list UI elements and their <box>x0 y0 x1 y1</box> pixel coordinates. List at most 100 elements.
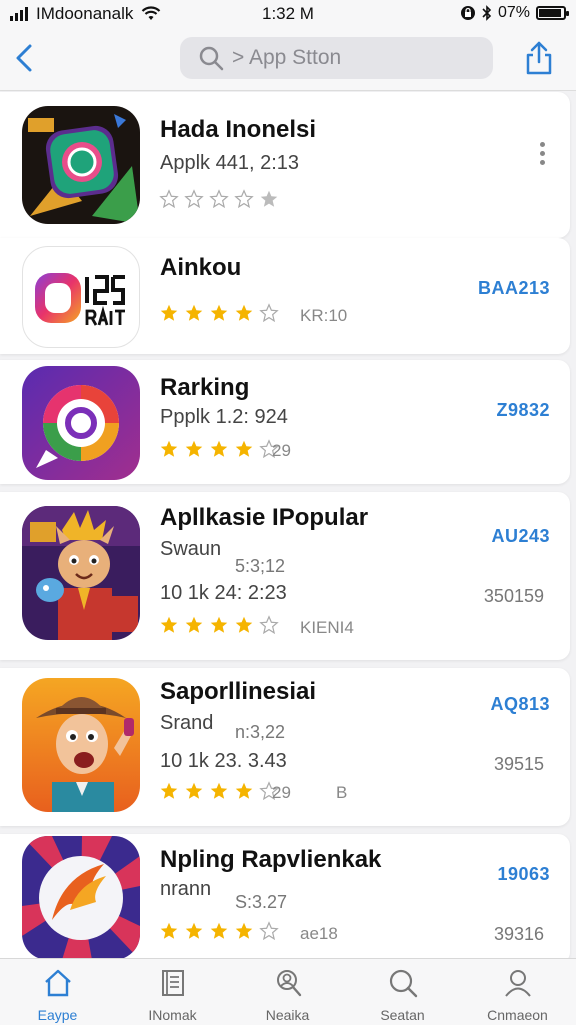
tab-search[interactable]: Seatan <box>345 959 460 1025</box>
bluetooth-icon <box>482 5 492 21</box>
lock-rotation-icon <box>460 6 475 20</box>
app-icon-camera <box>22 106 140 224</box>
rating-text: 29 <box>272 783 291 802</box>
app-date: n:3,22 <box>235 722 286 742</box>
star-filled-icon <box>235 782 253 799</box>
app-name: Saporllinesiai <box>160 678 317 705</box>
rating-text: KIENI4 <box>300 618 354 637</box>
tab-label: Seatan <box>380 1007 425 1023</box>
star-filled-icon <box>210 440 228 457</box>
star-filled-icon <box>235 922 253 939</box>
search-icon <box>389 969 418 998</box>
star-outline-icon <box>184 189 204 209</box>
app-date: S:3.27 <box>235 892 288 912</box>
tab-books[interactable]: INomak <box>115 959 230 1025</box>
app-meta: 10 1k 24: 2:23 <box>160 582 287 604</box>
app-developer: Srand <box>160 712 214 734</box>
list-item[interactable]: Saporllinesiai Srand n:3,22 10 1k 23. 3.… <box>0 668 570 826</box>
star-filled-icon <box>235 304 253 321</box>
list-item[interactable]: Ainkou KR:10 BAA213 <box>0 238 570 354</box>
person-icon <box>505 970 531 997</box>
star-outline-icon <box>259 615 279 635</box>
list-item[interactable]: Apllkasie IPopular Swaun 5:3;12 10 1k 24… <box>0 492 570 660</box>
star-filled-icon <box>185 782 203 799</box>
star-filled-icon <box>235 616 253 633</box>
battery-percent: 07% <box>497 4 530 21</box>
star-outline-icon <box>259 303 279 323</box>
get-button[interactable]: 19063 <box>497 864 550 885</box>
home-icon <box>45 969 71 997</box>
app-icon-ios-rait <box>22 246 140 348</box>
star-outline-icon <box>259 921 279 941</box>
download-count: 350159 <box>483 586 544 606</box>
star-filled-icon <box>160 922 178 939</box>
search-placeholder: > App Stton <box>232 46 342 69</box>
list-item[interactable]: Npling Rapvlienkak nrann S:3.27 ae18 190… <box>0 834 570 964</box>
nav-bar: > App Stton <box>0 30 576 91</box>
star-filled-icon <box>210 616 228 633</box>
app-date: 5:3;12 <box>235 556 286 576</box>
star-filled-icon <box>260 190 278 207</box>
tab-account[interactable]: Cnmaeon <box>460 959 575 1025</box>
search-icon <box>199 46 224 71</box>
battery-icon <box>536 6 569 20</box>
app-subtitle: Applk 441, 2:13 <box>160 152 299 174</box>
app-name: Rarking <box>160 374 250 401</box>
list-item[interactable]: Hada Inonelsi Applk 441, 2:13 <box>0 92 570 238</box>
star-filled-icon <box>235 440 253 457</box>
status-bar: IMdoonanalk 1:32 M 07% <box>0 0 576 30</box>
app-icon-cat-hero <box>22 506 140 640</box>
tab-profile-search[interactable]: Neaika <box>230 959 345 1025</box>
star-outline-icon <box>209 189 229 209</box>
more-options-icon[interactable] <box>540 142 546 169</box>
app-subtitle: Ppplk 1.2: 924 <box>160 406 288 428</box>
star-filled-icon <box>160 616 178 633</box>
star-rating <box>158 614 280 636</box>
download-count: 39316 <box>493 924 544 944</box>
get-button[interactable]: AU243 <box>491 526 550 547</box>
app-icon-chat <box>22 366 140 480</box>
star-filled-icon <box>185 304 203 321</box>
app-developer: Swaun <box>160 538 222 560</box>
star-rating <box>158 438 280 460</box>
share-button[interactable] <box>522 40 556 76</box>
star-rating <box>158 780 280 802</box>
list-item[interactable]: Rarking Ppplk 1.2: 924 29 Z9832 <box>0 360 570 484</box>
rating-text: ae18 <box>300 924 338 943</box>
star-outline-icon <box>159 189 179 209</box>
get-button[interactable]: BAA213 <box>478 278 550 299</box>
star-filled-icon <box>160 304 178 321</box>
rating-text: 29 <box>272 441 291 460</box>
star-filled-icon <box>210 782 228 799</box>
app-name: Npling Rapvlienkak <box>160 846 382 873</box>
app-icon-cowboy <box>22 678 140 812</box>
star-filled-icon <box>160 440 178 457</box>
app-icon-phoenix <box>22 836 140 960</box>
app-name: Hada Inonelsi <box>160 116 317 143</box>
tab-bar: Eaype INomak Neaika Seatan Cnmaeon <box>0 958 576 1025</box>
star-filled-icon <box>210 304 228 321</box>
star-filled-icon <box>185 922 203 939</box>
get-button[interactable]: AQ813 <box>490 694 550 715</box>
book-icon <box>162 970 184 996</box>
search-bar[interactable]: > App Stton <box>180 37 493 79</box>
get-button[interactable]: Z9832 <box>496 400 550 421</box>
app-name: Ainkou <box>160 254 242 281</box>
star-filled-icon <box>160 782 178 799</box>
star-rating <box>158 188 280 210</box>
profile-search-icon <box>277 970 302 997</box>
star-filled-icon <box>185 616 203 633</box>
rating-extra: B <box>336 783 348 802</box>
download-count: 39515 <box>493 754 544 774</box>
star-rating <box>158 302 280 324</box>
app-name: Apllkasie IPopular <box>160 504 369 531</box>
star-filled-icon <box>210 922 228 939</box>
tab-label: Neaika <box>265 1007 310 1023</box>
app-developer: nrann <box>160 878 212 900</box>
star-filled-icon <box>185 440 203 457</box>
rating-text: KR:10 <box>300 306 348 325</box>
star-outline-icon <box>234 189 254 209</box>
tab-label: Cnmaeon <box>487 1007 548 1023</box>
tab-home[interactable]: Eaype <box>0 959 115 1025</box>
back-button[interactable] <box>10 40 40 76</box>
